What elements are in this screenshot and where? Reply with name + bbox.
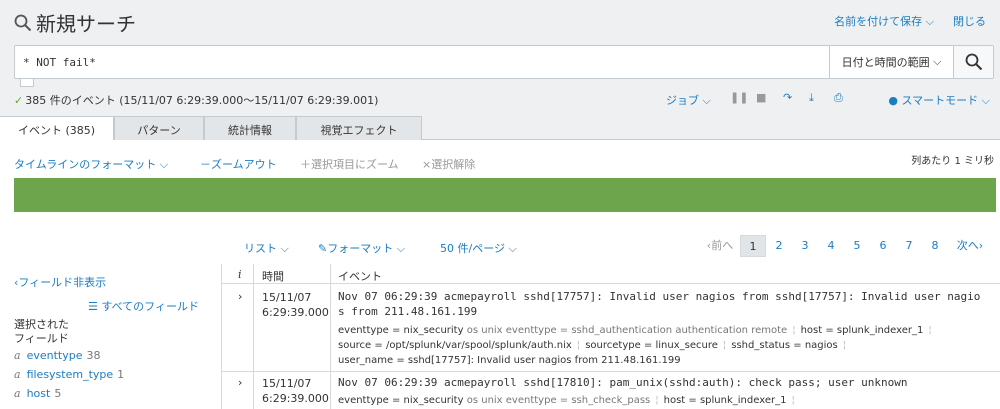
all-fields-button[interactable]: ☰ すべてのフィールド: [88, 298, 199, 314]
next-page-button[interactable]: 次へ›: [948, 235, 992, 257]
event-field[interactable]: user_name = sshd[17757]: Invalid user na…: [338, 355, 681, 366]
tab-events[interactable]: イベント (385): [0, 116, 114, 141]
chevron-down-icon: ⌵: [159, 158, 169, 171]
timeline-format-menu[interactable]: タイムラインのフォーマット ⌵: [14, 156, 168, 172]
page-5[interactable]: 5: [844, 235, 870, 257]
page-2[interactable]: 2: [766, 235, 792, 257]
job-menu[interactable]: ジョブ ⌵: [666, 92, 711, 108]
event-raw: Nov 07 06:29:39 acmepayroll sshd[17810]:…: [338, 376, 908, 389]
event-fields: eventtype = nix_security os unix eventty…: [338, 395, 795, 406]
tab-statistics[interactable]: 統計情報: [204, 116, 296, 140]
event-field[interactable]: eventtype = nix_security: [338, 395, 464, 406]
chevron-down-icon: ⌵: [981, 94, 990, 107]
prev-page-button[interactable]: ‹前へ: [700, 235, 740, 257]
chevron-down-icon: ⌵: [396, 242, 406, 255]
hide-fields-button[interactable]: ‹フィールド非表示: [14, 274, 106, 290]
stop-icon[interactable]: ■: [756, 91, 766, 104]
chevron-down-icon: ⌵: [508, 242, 517, 255]
event-field[interactable]: authentication remote: [675, 325, 787, 336]
zoom-to-selection-button[interactable]: ＋選択項目にズーム: [300, 156, 399, 172]
page-6[interactable]: 6: [870, 235, 896, 257]
event-fields: eventtype = nix_security os unix eventty…: [338, 325, 932, 366]
page-3[interactable]: 3: [792, 235, 818, 257]
field-item[interactable]: a eventtype 38: [14, 349, 100, 362]
tab-patterns[interactable]: パターン: [114, 116, 204, 140]
event-field[interactable]: source = /opt/splunk/var/spool/splunk/au…: [338, 340, 572, 351]
field-item[interactable]: a host 5: [14, 387, 61, 400]
zoom-out-button[interactable]: －ズームアウト: [200, 156, 277, 172]
event-field[interactable]: eventtype = nix_security: [338, 325, 464, 336]
event-raw: Nov 07 06:29:39 acmepayroll sshd[17757]:…: [338, 290, 981, 318]
event-field[interactable]: sshd_status = nagios: [731, 340, 838, 351]
timeline-scale: 列あたり 1 ミリ秒: [911, 156, 994, 167]
chevron-down-icon: ⌵: [702, 94, 711, 107]
expand-event-button[interactable]: ›: [238, 376, 242, 389]
results-tabs: イベント (385) パターン 統計情報 視覚エフェクト: [0, 116, 1000, 141]
share-icon[interactable]: ↷: [783, 91, 792, 104]
per-page-menu[interactable]: 50 件/ページ ⌵: [440, 240, 517, 256]
selected-fields-heading: 選択された フィールド: [14, 318, 69, 345]
field-item[interactable]: a filesystem_type 1: [14, 368, 124, 381]
pause-icon[interactable]: ❚❚: [730, 91, 748, 104]
timeline-histogram[interactable]: [14, 178, 996, 212]
time-range-picker[interactable]: 日付と時間の範囲 ⌵: [829, 46, 953, 78]
event-time[interactable]: 15/11/07 6:29:39.000: [262, 290, 329, 320]
pagination: ‹前へ 1 2 3 4 5 6 7 8 次へ›: [700, 235, 992, 257]
col-info: i: [238, 268, 242, 281]
page-7[interactable]: 7: [896, 235, 922, 257]
event-field[interactable]: os unix eventtype = sshd_authentication: [467, 325, 672, 336]
list-view-menu[interactable]: リスト ⌵: [244, 240, 289, 256]
chevron-down-icon: ⌵: [280, 242, 289, 255]
event-field[interactable]: sourcetype = linux_secure: [585, 340, 718, 351]
search-mode-menu[interactable]: ● スマートモード ⌵: [888, 92, 990, 108]
check-icon: ✓: [14, 94, 24, 107]
bulb-icon: ●: [888, 94, 898, 107]
tab-visualization[interactable]: 視覚エフェクト: [296, 116, 422, 140]
search-icon: [14, 14, 32, 31]
page-4[interactable]: 4: [818, 235, 844, 257]
search-icon: [965, 53, 982, 71]
search-bar: * NOT fail* 日付と時間の範囲 ⌵: [14, 45, 994, 79]
page-1[interactable]: 1: [740, 235, 766, 257]
chevron-down-icon: ⌵: [933, 55, 942, 68]
search-input[interactable]: * NOT fail*: [23, 56, 96, 69]
event-field[interactable]: host = splunk_indexer_1: [664, 395, 787, 406]
page-8[interactable]: 8: [922, 235, 948, 257]
chevron-down-icon: ⌵: [925, 15, 934, 28]
deselect-button[interactable]: ×選択解除: [422, 156, 475, 172]
save-as-menu[interactable]: 名前を付けて保存 ⌵: [834, 13, 934, 29]
search-button[interactable]: [953, 46, 993, 78]
expand-event-button[interactable]: ›: [238, 290, 242, 303]
event-time[interactable]: 15/11/07 6:29:39.000: [262, 376, 329, 406]
event-field[interactable]: host = splunk_indexer_1: [801, 325, 924, 336]
page-title: 新規サーチ: [36, 12, 136, 36]
list-icon: ☰: [88, 300, 98, 313]
export-icon[interactable]: ⤓: [809, 91, 814, 105]
print-icon[interactable]: ⎙: [834, 91, 843, 105]
pencil-icon: ✎: [318, 242, 328, 255]
events-table-header: i 時間 イベント: [222, 264, 1000, 284]
event-field[interactable]: os unix eventtype = ssh_check_pass: [467, 395, 651, 406]
col-time[interactable]: 時間: [262, 268, 284, 284]
job-status: ✓ 385 件のイベント (15/11/07 6:29:39.000〜15/11/…: [14, 94, 379, 107]
format-menu[interactable]: ✎フォーマット ⌵: [318, 240, 405, 256]
close-button[interactable]: 閉じる: [953, 13, 986, 29]
search-assistant-toggle[interactable]: [20, 79, 34, 87]
title-row: 新規サーチ: [14, 8, 136, 37]
col-event[interactable]: イベント: [338, 268, 382, 284]
